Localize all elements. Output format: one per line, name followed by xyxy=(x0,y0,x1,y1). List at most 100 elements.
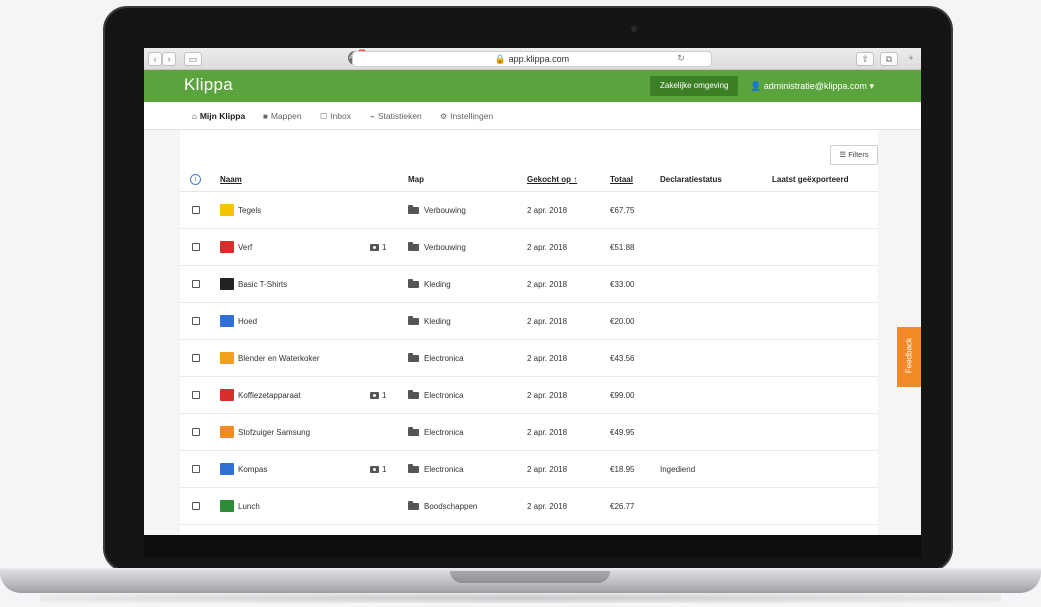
folder-icon xyxy=(408,464,419,473)
row-attachments[interactable]: 1 xyxy=(370,377,386,414)
nav-label: Inbox xyxy=(330,111,351,121)
screen: ‹ › ▭ ABP 5 🔒 app.klippa.com ↻ ⇧ ⧉ + Kli… xyxy=(144,48,921,535)
table-row[interactable]: Basic T-Shirts Kleding 2 apr. 2018 €33.0… xyxy=(180,266,878,303)
row-date: 2 apr. 2018 xyxy=(527,206,568,215)
nav-item-mappen[interactable]: ■ Mappen xyxy=(263,102,302,130)
row-name: Koffiezetapparaat xyxy=(238,391,301,400)
user-email: administratie@klippa.com xyxy=(763,81,867,91)
info-icon[interactable]: i xyxy=(190,174,201,185)
row-date: 2 apr. 2018 xyxy=(527,502,568,511)
environment-button[interactable]: Zakelijke omgeving xyxy=(650,76,739,96)
column-header-gekocht-op[interactable]: Gekocht op ↑ xyxy=(527,175,577,184)
receipts-table-card: ☰ Filters i Naam Map Gekocht op ↑ Totaal… xyxy=(180,130,878,535)
row-total: €20.00 xyxy=(610,317,635,326)
table-row[interactable]: Tegels Verbouwing 2 apr. 2018 €67.75 xyxy=(180,192,878,229)
new-tab-icon[interactable]: + xyxy=(904,52,918,66)
folder-label: Verbouwing xyxy=(424,243,466,252)
table-row[interactable]: Hoed Kleding 2 apr. 2018 €20.00 xyxy=(180,303,878,340)
gear-icon: ⚙ xyxy=(440,112,448,121)
row-name: Kompas xyxy=(238,465,268,474)
merchant-logo-icon xyxy=(220,241,234,253)
attachment-count: 1 xyxy=(382,243,387,252)
chart-icon: ⌁ xyxy=(370,112,375,121)
row-date: 2 apr. 2018 xyxy=(527,317,568,326)
main-nav: ⌂ Mijn Klippa ■ Mappen ☐ Inbox ⌁ Statistieke… xyxy=(144,102,921,130)
row-name: Lunch xyxy=(238,502,260,511)
filters-label: Filters xyxy=(848,150,869,159)
row-name: Stofzuiger Samsung xyxy=(238,428,311,437)
merchant-logo-icon xyxy=(220,315,234,327)
nav-label: Statistieken xyxy=(377,111,422,121)
share-icon[interactable]: ⇧ xyxy=(856,52,874,66)
table-row[interactable]: Kompas 1 Electronica 2 apr. 2018 €18.95 … xyxy=(180,451,878,488)
merchant-logo-icon xyxy=(220,463,234,475)
nav-label: Mijn Klippa xyxy=(199,111,246,121)
back-button[interactable]: ‹ xyxy=(148,52,162,66)
row-folder: Kleding xyxy=(408,303,451,340)
camera-icon xyxy=(370,466,379,473)
forward-button[interactable]: › xyxy=(162,52,176,66)
row-folder: Electronica xyxy=(408,414,464,451)
folder-icon xyxy=(408,279,419,288)
row-total: €26.77 xyxy=(610,502,635,511)
bezel xyxy=(144,535,921,557)
lock-icon: 🔒 xyxy=(494,54,507,64)
user-menu[interactable]: 👤 administratie@klippa.com ▾ xyxy=(750,76,874,96)
camera-icon xyxy=(370,392,379,399)
merchant-logo-icon xyxy=(220,389,234,401)
nav-item-instellingen[interactable]: ⚙ Instellingen xyxy=(440,102,493,130)
nav-item-inbox[interactable]: ☐ Inbox xyxy=(320,102,351,130)
row-checkbox[interactable] xyxy=(192,465,200,473)
nav-item-mijn-klippa[interactable]: ⌂ Mijn Klippa xyxy=(192,102,245,130)
row-attachments[interactable]: 1 xyxy=(370,451,386,488)
column-header-declaratiestatus: Declaratiestatus xyxy=(660,175,722,184)
row-checkbox[interactable] xyxy=(192,280,200,288)
nav-label: Mappen xyxy=(270,111,302,121)
nav-label: Instellingen xyxy=(450,111,494,121)
table-row[interactable]: Stofzuiger Samsung Electronica 2 apr. 20… xyxy=(180,414,878,451)
app-header: Klippa Zakelijke omgeving 👤 administrati… xyxy=(144,70,921,102)
folder-label: Electronica xyxy=(424,428,464,437)
row-checkbox[interactable] xyxy=(192,317,200,325)
main-content: ☰ Filters i Naam Map Gekocht op ↑ Totaal… xyxy=(144,130,921,535)
folder-label: Kleding xyxy=(424,317,451,326)
reload-icon[interactable]: ↻ xyxy=(674,52,688,66)
column-header-totaal[interactable]: Totaal xyxy=(610,175,633,184)
row-checkbox[interactable] xyxy=(192,391,200,399)
row-total: €43.56 xyxy=(610,354,635,363)
folder-label: Electronica xyxy=(424,354,464,363)
row-total: €99.00 xyxy=(610,391,635,400)
table-row[interactable]: Koffiezetapparaat 1 Electronica 2 apr. 2… xyxy=(180,377,878,414)
table-row[interactable]: Blender en Waterkoker Electronica 2 apr.… xyxy=(180,340,878,377)
row-folder: Verbouwing xyxy=(408,229,466,266)
row-name: Basic T-Shirts xyxy=(238,280,288,289)
feedback-tab[interactable]: Feedback xyxy=(897,327,921,387)
column-header-map: Map xyxy=(408,175,424,184)
app-logo[interactable]: Klippa xyxy=(184,75,233,95)
row-attachments[interactable]: 1 xyxy=(370,229,386,266)
filters-button[interactable]: ☰ Filters xyxy=(830,145,878,165)
row-checkbox[interactable] xyxy=(192,502,200,510)
browser-toolbar: ‹ › ▭ ABP 5 🔒 app.klippa.com ↻ ⇧ ⧉ + xyxy=(144,48,921,70)
sidebar-toggle-icon[interactable]: ▭ xyxy=(184,52,202,66)
folder-label: Electronica xyxy=(424,391,464,400)
row-date: 2 apr. 2018 xyxy=(527,354,568,363)
folder-icon xyxy=(408,242,419,251)
row-checkbox[interactable] xyxy=(192,243,200,251)
column-header-naam[interactable]: Naam xyxy=(220,175,242,184)
table-row[interactable]: Lunch Boodschappen 2 apr. 2018 €26.77 xyxy=(180,488,878,525)
row-date: 2 apr. 2018 xyxy=(527,243,568,252)
tabs-icon[interactable]: ⧉ xyxy=(880,52,898,66)
row-checkbox[interactable] xyxy=(192,206,200,214)
row-folder: Boodschappen xyxy=(408,488,477,525)
address-bar[interactable]: 🔒 app.klippa.com xyxy=(352,51,712,67)
table-row[interactable]: Verf 1 Verbouwing 2 apr. 2018 €51.88 xyxy=(180,229,878,266)
row-folder: Electronica xyxy=(408,451,464,488)
nav-item-statistieken[interactable]: ⌁ Statistieken xyxy=(370,102,422,130)
folder-icon xyxy=(408,390,419,399)
home-icon: ⌂ xyxy=(192,112,197,121)
row-date: 2 apr. 2018 xyxy=(527,391,568,400)
row-checkbox[interactable] xyxy=(192,354,200,362)
row-folder: Electronica xyxy=(408,340,464,377)
row-checkbox[interactable] xyxy=(192,428,200,436)
